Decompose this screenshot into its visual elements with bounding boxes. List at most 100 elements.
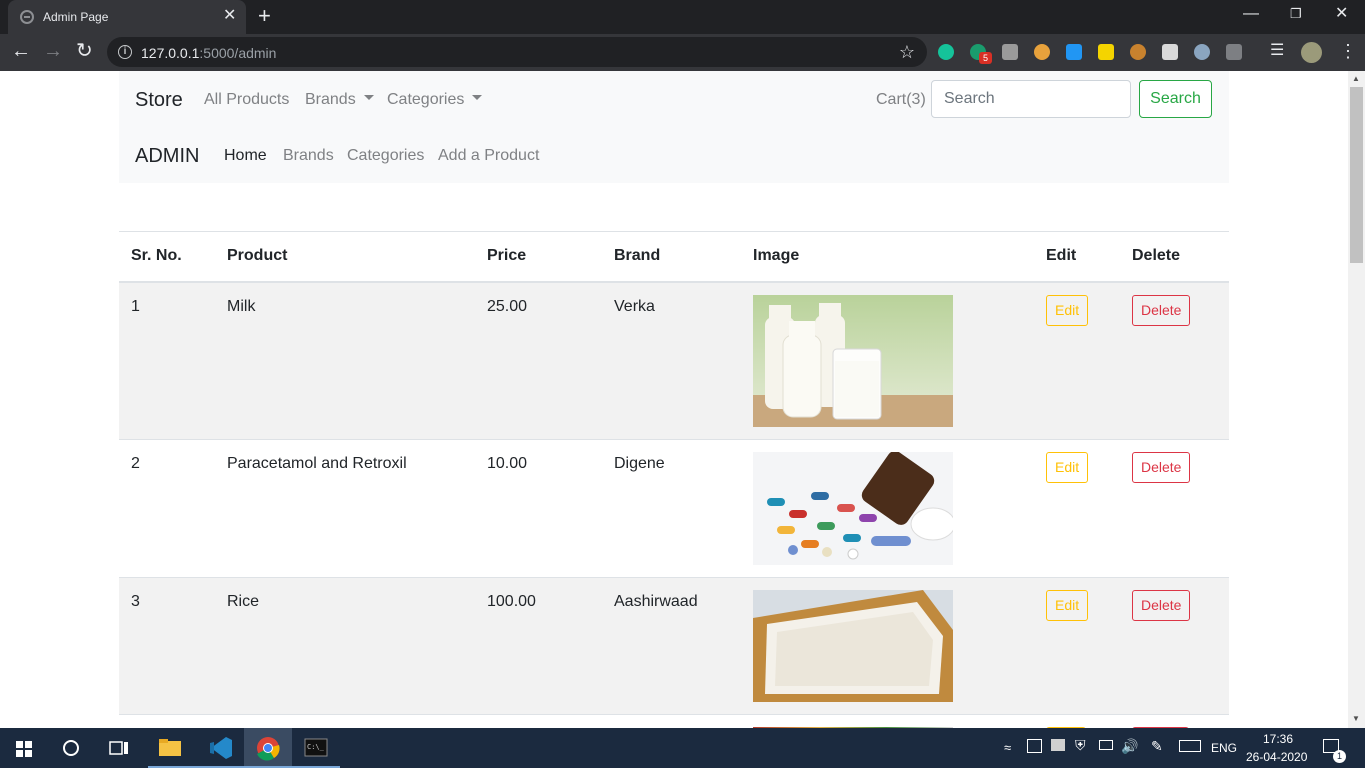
- milk-bottles-image: [753, 294, 953, 427]
- minimize-window-button[interactable]: —: [1243, 4, 1259, 24]
- browser-toolbar: ← → ↻ i 127.0.0.1:5000/admin ☆ ☰ ⋮: [0, 34, 1365, 71]
- clock-date[interactable]: 26-04-2020: [1246, 750, 1307, 764]
- delete-button[interactable]: Delete: [1132, 294, 1191, 326]
- chrome-menu-icon[interactable]: ⋮: [1339, 41, 1357, 61]
- pills-image: [753, 451, 953, 565]
- cell-image: [741, 576, 1034, 714]
- delete-button[interactable]: Delete: [1132, 451, 1191, 483]
- url-text[interactable]: 127.0.0.1:5000/admin: [141, 45, 276, 61]
- file-explorer-icon[interactable]: [148, 728, 196, 768]
- language-indicator[interactable]: ENG: [1211, 741, 1237, 755]
- cell-price: 10.00: [475, 438, 602, 577]
- wifi-icon[interactable]: ≈: [1004, 740, 1011, 755]
- edit-button[interactable]: Edit: [1046, 589, 1089, 621]
- profile-avatar[interactable]: [1301, 42, 1322, 63]
- page-scrollbar[interactable]: ▲ ▼: [1348, 71, 1365, 728]
- scrollbar-thumb[interactable]: [1350, 87, 1363, 263]
- back-arrow-icon[interactable]: ←: [11, 40, 31, 62]
- cell-edit: Edit: [1034, 281, 1120, 439]
- table-row-partial: [119, 713, 1229, 728]
- keyboard-icon[interactable]: [1179, 740, 1201, 752]
- search-input[interactable]: [931, 80, 1131, 118]
- table-row: 2 Paracetamol and Retroxil 10.00 Digene: [119, 438, 1229, 577]
- extension-icon-6[interactable]: [1098, 44, 1114, 60]
- header-price: Price: [475, 231, 602, 283]
- task-view-icon[interactable]: [96, 728, 144, 768]
- chrome-taskbar-icon[interactable]: [244, 728, 292, 768]
- display-icon[interactable]: [1051, 739, 1065, 751]
- page-viewport: Store All Products Brands Categories Car…: [0, 71, 1348, 728]
- battery-icon[interactable]: [1099, 740, 1113, 750]
- security-shield-icon[interactable]: ⛨: [1075, 737, 1086, 754]
- cell-product: Milk: [215, 281, 475, 439]
- extension-icon-4[interactable]: [1034, 44, 1050, 60]
- products-table: Sr. No. Product Price Brand Image Edit D…: [119, 231, 1229, 728]
- bookmark-star-icon[interactable]: ☆: [899, 42, 915, 63]
- cell-brand: Verka: [602, 281, 741, 439]
- windows-start-button[interactable]: [0, 728, 48, 768]
- cell-delete: Delete: [1120, 576, 1229, 714]
- delete-button[interactable]: Delete: [1132, 589, 1191, 621]
- admin-nav-categories[interactable]: Categories: [347, 147, 424, 165]
- extension-icon-5[interactable]: [1066, 44, 1082, 60]
- cell-brand: Digene: [602, 438, 741, 577]
- cookie-extension-icon[interactable]: [1130, 44, 1146, 60]
- nav-categories-label: Categories: [387, 91, 465, 108]
- volume-icon[interactable]: 🔊: [1121, 738, 1138, 755]
- globe-icon: [20, 10, 34, 24]
- extension-badge-count: 5: [979, 52, 992, 64]
- restore-window-button[interactable]: ❐: [1290, 4, 1302, 24]
- page-container: Store All Products Brands Categories Car…: [119, 71, 1229, 728]
- tab-title: Admin Page: [43, 10, 109, 24]
- media-control-icon[interactable]: ☰: [1270, 43, 1286, 59]
- pen-icon[interactable]: ✎: [1151, 738, 1163, 755]
- admin-brand-link[interactable]: ADMIN: [135, 145, 199, 168]
- search-circle-icon[interactable]: [48, 728, 96, 768]
- windows-logo-icon: [16, 741, 32, 757]
- cell-delete: Delete: [1120, 281, 1229, 439]
- header-delete: Delete: [1120, 231, 1229, 283]
- notification-count-badge: 1: [1333, 750, 1346, 763]
- admin-nav-home[interactable]: Home: [224, 147, 267, 165]
- nav-categories-dropdown[interactable]: Categories: [387, 91, 483, 109]
- cell-sr-no: 2: [119, 438, 215, 577]
- nav-brands-dropdown[interactable]: Brands: [305, 91, 374, 109]
- vscode-icon[interactable]: [196, 728, 244, 768]
- cart-link[interactable]: Cart(3): [876, 91, 926, 109]
- scroll-up-arrow-icon[interactable]: ▲: [1352, 74, 1360, 83]
- header-sr-no: Sr. No.: [119, 231, 215, 283]
- edit-button[interactable]: Edit: [1046, 451, 1089, 483]
- cell-edit: Edit: [1034, 438, 1120, 577]
- search-button[interactable]: Search: [1139, 80, 1212, 118]
- nav-brands-label: Brands: [305, 91, 356, 108]
- clock-time[interactable]: 17:36: [1263, 732, 1293, 746]
- browser-tab-admin-page[interactable]: Admin Page ✕: [8, 0, 246, 34]
- cell-brand: Aashirwaad: [602, 576, 741, 714]
- tab-close-button[interactable]: ✕: [223, 7, 236, 25]
- site-info-icon[interactable]: i: [118, 45, 132, 59]
- cell-edit: Edit: [1034, 576, 1120, 714]
- nav-all-products[interactable]: All Products: [204, 91, 289, 109]
- admin-nav-brands[interactable]: Brands: [283, 147, 334, 165]
- caret-down-icon: [472, 95, 483, 101]
- defender-icon[interactable]: [1027, 739, 1042, 753]
- reload-icon[interactable]: ↻: [76, 40, 93, 62]
- forward-arrow-icon[interactable]: →: [43, 40, 63, 62]
- extension-icon-8[interactable]: [1162, 44, 1178, 60]
- store-brand-link[interactable]: Store: [135, 89, 183, 112]
- admin-nav-add-product[interactable]: Add a Product: [438, 147, 539, 165]
- scroll-down-arrow-icon[interactable]: ▼: [1352, 714, 1360, 723]
- cell-image: [741, 438, 1034, 577]
- grammarly-extension-icon[interactable]: [938, 44, 954, 60]
- new-tab-button[interactable]: +: [258, 5, 271, 27]
- close-window-button[interactable]: ✕: [1335, 4, 1348, 24]
- edit-button[interactable]: Edit: [1046, 294, 1089, 326]
- terminal-icon[interactable]: C:\_: [292, 728, 340, 768]
- extension-icon-3[interactable]: [1002, 44, 1018, 60]
- extension-icon-10[interactable]: [1226, 44, 1242, 60]
- extension-icon-9[interactable]: [1194, 44, 1210, 60]
- address-bar[interactable]: i 127.0.0.1:5000/admin ☆: [107, 37, 927, 67]
- header-image: Image: [741, 231, 1034, 283]
- url-host: 127.0.0.1: [141, 45, 200, 61]
- cell-sr-no: 1: [119, 281, 215, 439]
